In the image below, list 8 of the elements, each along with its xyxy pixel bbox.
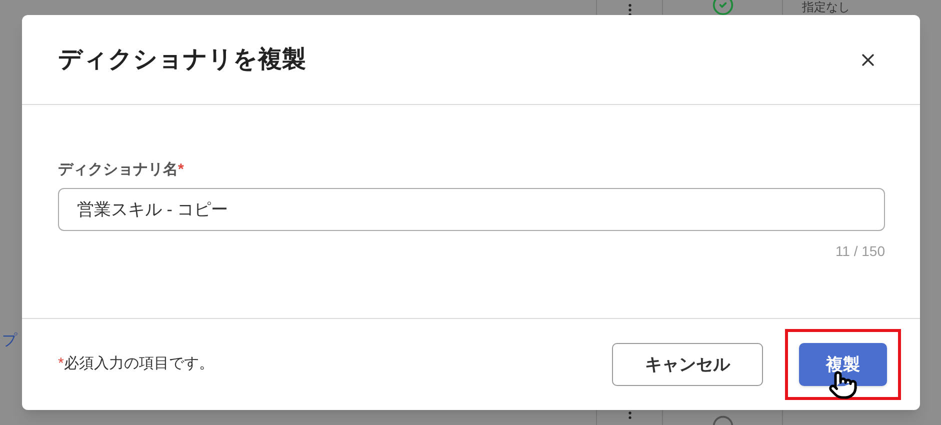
cancel-button[interactable]: キャンセル (612, 343, 763, 386)
table-cell: 指定なし (802, 0, 850, 14)
field-label: ディクショナリ名* (58, 160, 185, 180)
character-counter: 11 / 150 (835, 242, 885, 260)
name-input-field[interactable]: 営業スキル - コピー (58, 188, 885, 230)
required-note: *必須入力の項目です。 (58, 354, 214, 374)
dialog-title: ディクショナリを複製 (58, 44, 306, 74)
duplicate-button[interactable]: 複製 (799, 343, 887, 386)
